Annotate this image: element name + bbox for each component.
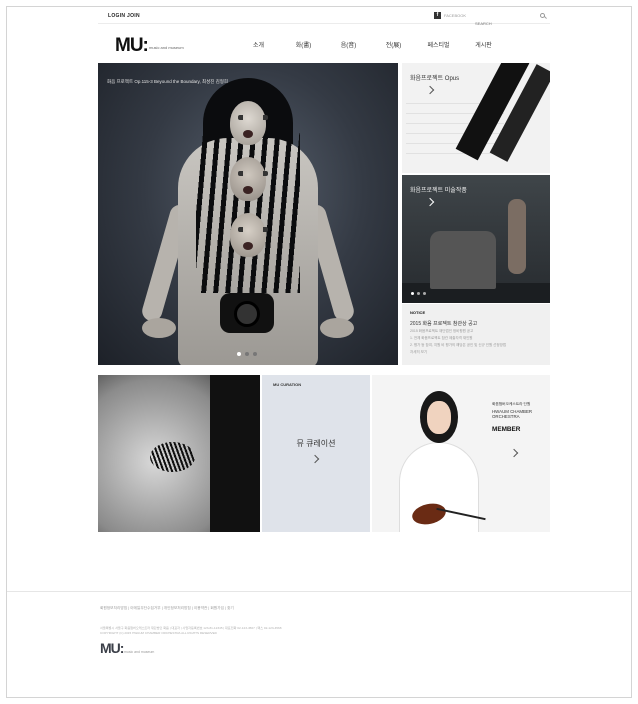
hero-camera-lens [234, 301, 260, 327]
exhibit-chair [430, 231, 496, 289]
exhibit-slide-dot[interactable] [411, 292, 414, 295]
nav-item-music[interactable]: 음(音) [326, 40, 371, 52]
nav-item-exhibition[interactable]: 전(展) [371, 40, 416, 52]
notice-box[interactable]: NOTICE 2015 화음 프로젝트 참관상 공고 2015 화음프로젝트 재… [402, 304, 550, 365]
curation-title: 뮤 큐레이션 [296, 439, 336, 448]
opus-card[interactable]: 화음프로젝트 Opus [402, 63, 550, 173]
search-box[interactable] [475, 12, 547, 28]
hero-slider[interactable]: 화음 프로젝트 Op.115-3 Beyound the Boundary, 최… [98, 63, 398, 365]
chevron-right-icon[interactable] [310, 454, 320, 464]
nav-item-festival[interactable]: 페스티벌 [416, 40, 461, 52]
footer-links[interactable]: 회원정보처리방침 | 이메일무단수집거부 | 개인정보처리방침 | 이용약관 |… [100, 606, 234, 611]
exhibit-card[interactable]: 화음프로젝트 미술작품 [402, 175, 550, 303]
chevron-right-icon[interactable] [425, 197, 435, 207]
exhibit-person [508, 199, 526, 274]
member-subtitle: 화음챔버오케스트라 단원 [492, 402, 531, 406]
hero-right-hand [320, 318, 354, 338]
notice-more-link[interactable]: 자세히 보기 [410, 350, 542, 355]
hero-face-top [230, 101, 268, 145]
join-link[interactable]: JOIN [127, 13, 140, 19]
hero-left-hand [142, 318, 176, 338]
search-icon[interactable] [540, 13, 545, 18]
facebook-link[interactable]: FACEBOOK [444, 13, 466, 18]
chevron-right-icon[interactable] [509, 448, 519, 458]
eye-dark-background [210, 375, 260, 532]
footer-divider [7, 591, 631, 592]
chevron-right-icon[interactable] [425, 85, 435, 95]
search-input[interactable] [475, 19, 547, 28]
curation-card[interactable]: MU CURATION 뮤 큐레이션 [262, 375, 370, 532]
notice-tag: NOTICE [410, 310, 426, 315]
nav-item-board[interactable]: 게시판 [461, 40, 506, 52]
hero-slide-dot-1[interactable] [237, 352, 241, 356]
nav-item-about[interactable]: 소개 [236, 40, 281, 52]
notice-line: 2. 평가 등 참여, 지원 비 평가의 해당은 공인 및 신규 인원 선정방법 [410, 343, 507, 347]
hero-slide-dot-2[interactable] [245, 352, 249, 356]
footer-copyright: COPYRIGHT (C) 2015 HWAUM CHAMBER ORCHEST… [100, 631, 217, 635]
notice-title[interactable]: 2015 화음 프로젝트 참관상 공고 [410, 320, 542, 327]
member-orchestra-name: HWAUM CHAMBER ORCHESTRA [492, 409, 533, 419]
member-card[interactable]: 화음챔버오케스트라 단원 HWAUM CHAMBER ORCHESTRA MEM… [372, 375, 550, 532]
footer-address: 서울특별시 서울구 화음챔버오케스트라 재단법인 화음 | 대표자 | 사업자등… [100, 626, 282, 630]
hero-slide-dot-3[interactable] [253, 352, 257, 356]
footer-logo[interactable]: MU: [100, 640, 124, 656]
site-logo[interactable]: MU: [115, 35, 149, 57]
exhibit-slide-dot[interactable] [423, 292, 426, 295]
notice-line: 1. 전체 화음프로젝트 참관 제출자격 재인원 [410, 336, 473, 340]
curation-tag: MU CURATION [273, 382, 302, 387]
footer-logo-tagline: music and museum [124, 650, 155, 654]
login-link[interactable]: LOGIN [108, 13, 125, 19]
site-logo-tagline: music and museum [149, 45, 184, 50]
notice-line: 2015 화음프로젝트 재단법인 정비평원 공고 [410, 329, 474, 333]
exhibit-slide-dot[interactable] [417, 292, 420, 295]
nav-item-art[interactable]: 화(畵) [281, 40, 326, 52]
member-title: MEMBER [492, 426, 521, 433]
main-navigation: 소개 화(畵) 음(音) 전(展) 페스티벌 게시판 [236, 40, 506, 52]
facebook-icon[interactable]: f [434, 12, 441, 19]
utility-bar: LOGIN JOIN f FACEBOOK [98, 10, 550, 28]
member-face [427, 401, 451, 434]
eye-lashes-image [150, 442, 195, 472]
exhibit-slide-indicator [411, 292, 426, 295]
hero-face-middle [230, 157, 268, 201]
hero-slide-indicator [237, 352, 257, 356]
exhibit-card-title: 화음프로젝트 미술작품 [410, 188, 467, 194]
hero-face-bottom [230, 213, 268, 257]
opus-card-title: 화음프로젝트 Opus [410, 76, 460, 82]
eye-artwork-card[interactable] [98, 375, 260, 532]
